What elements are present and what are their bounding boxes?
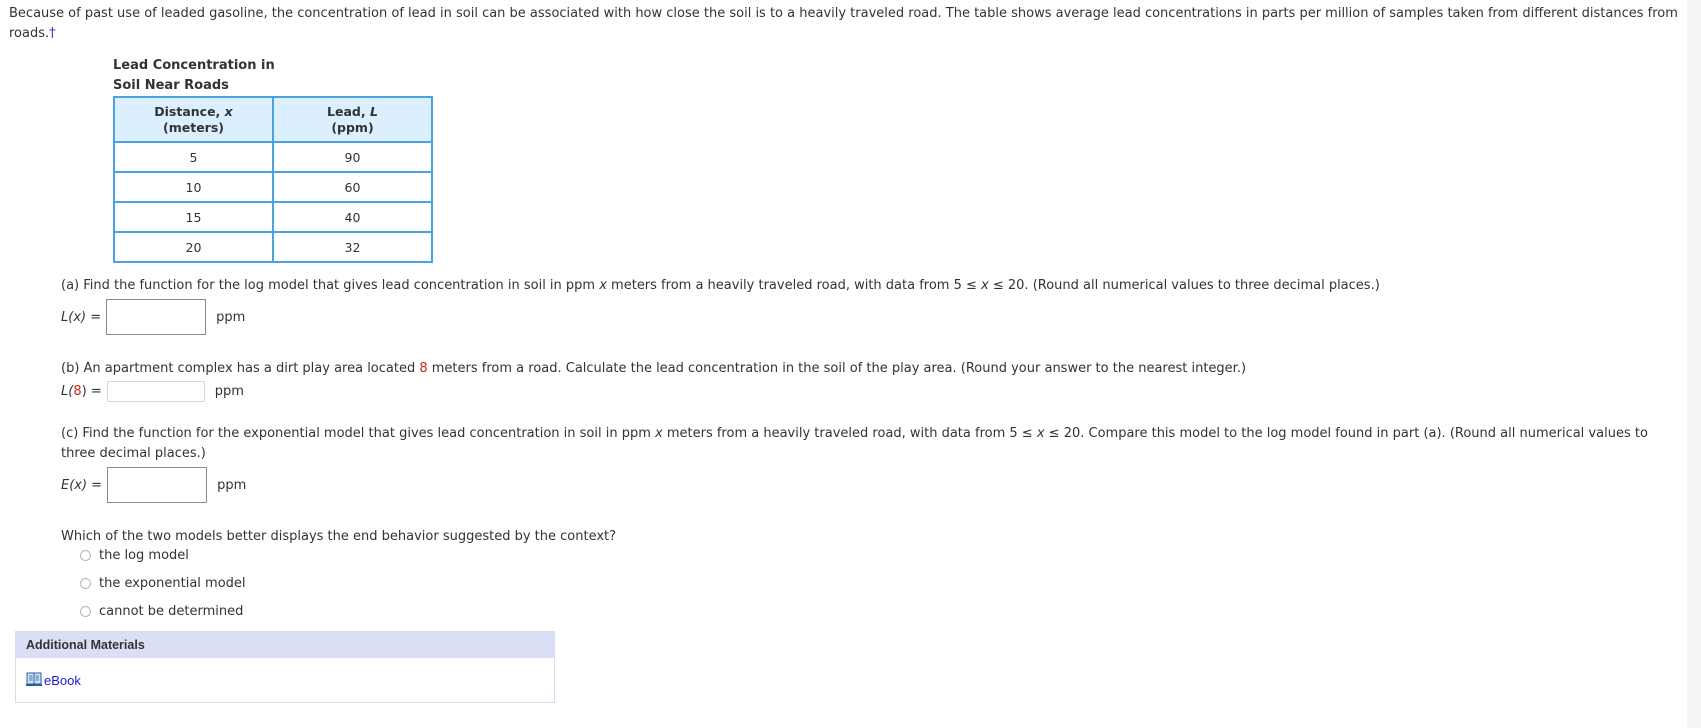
cell-lead: 90 (272, 141, 433, 173)
additional-materials-panel: Additional Materials eBook (15, 631, 555, 703)
part-b-answer-row: L(8) = ppm (61, 381, 244, 402)
cell-distance: 20 (113, 231, 274, 263)
radio-button[interactable] (80, 550, 91, 561)
open-book-icon (26, 672, 42, 689)
exponential-model-input[interactable] (107, 467, 208, 503)
problem-intro: Because of past use of leaded gasoline, … (9, 4, 1689, 44)
option-exponential-model[interactable]: the exponential model (80, 576, 246, 591)
prompt-text: (a) Find the function for the log model … (61, 278, 600, 293)
part-c-prompt: (c) Find the function for the exponentia… (61, 424, 1681, 464)
prompt-text: three decimal places.) (61, 446, 206, 461)
part-a-answer-row: L(x) = ppm (61, 299, 245, 335)
prompt-var: x (655, 426, 663, 441)
part-a-label: L(x) = (61, 309, 102, 325)
option-label[interactable]: cannot be determined (99, 604, 243, 619)
label-value: 8 (73, 384, 82, 399)
part-b-label: L(8) = (61, 384, 102, 399)
prompt-text: meters from a road. Calculate the lead c… (427, 361, 1247, 376)
page-scrollbar[interactable] (1687, 0, 1701, 728)
part-a-prompt: (a) Find the function for the log model … (61, 276, 1380, 296)
header-label: Lead, (327, 103, 370, 119)
cell-distance: 10 (113, 171, 274, 203)
lead-concentration-table: Distance, x (meters) Lead, L (ppm) 5 90 … (113, 96, 433, 263)
header-unit: (ppm) (331, 119, 374, 135)
prompt-text: meters from a heavily traveled road, wit… (662, 426, 1037, 441)
table-row: 10 60 (113, 171, 433, 203)
header-var: L (369, 103, 378, 119)
table-caption-line1: Lead Concentration in (113, 58, 275, 73)
intro-text: Because of past use of leaded gasoline, … (9, 6, 1678, 41)
end-behavior-question: Which of the two models better displays … (61, 529, 617, 544)
table-caption-line2: Soil Near Roads (113, 78, 229, 93)
cell-distance: 15 (113, 201, 274, 233)
header-var: x (224, 103, 233, 119)
prompt-text: (c) Find the function for the exponentia… (61, 426, 656, 441)
header-label: Distance, (154, 103, 225, 119)
ebook-link[interactable]: eBook (26, 672, 81, 689)
radio-button[interactable] (80, 578, 91, 589)
radio-button[interactable] (80, 606, 91, 617)
cell-lead: 60 (272, 171, 433, 203)
prompt-text: ≤ 20. Compare this model to the log mode… (1044, 426, 1648, 441)
part-c-answer-row: E(x) = ppm (61, 467, 246, 503)
cell-lead: 40 (272, 201, 433, 233)
prompt-text: (b) An apartment complex has a dirt play… (61, 361, 420, 376)
header-unit: (meters) (163, 119, 224, 135)
log-model-input[interactable] (106, 299, 207, 335)
option-label[interactable]: the log model (99, 548, 189, 563)
table-row: 20 32 (113, 231, 433, 263)
prompt-var: x (599, 278, 607, 293)
additional-materials-header: Additional Materials (16, 632, 554, 658)
prompt-var: x (1036, 426, 1045, 441)
option-log-model[interactable]: the log model (80, 548, 189, 563)
header-distance: Distance, x (meters) (113, 96, 274, 143)
option-label[interactable]: the exponential model (99, 576, 246, 591)
prompt-var: x (981, 278, 989, 293)
part-b-prompt: (b) An apartment complex has a dirt play… (61, 359, 1246, 379)
header-lead: Lead, L (ppm) (272, 96, 433, 143)
distance-highlight: 8 (419, 361, 428, 376)
ebook-label[interactable]: eBook (44, 673, 81, 688)
part-c-label: E(x) = (61, 477, 103, 493)
part-c-unit: ppm (217, 477, 247, 493)
label-text: L( (61, 384, 74, 399)
table-row: 5 90 (113, 141, 433, 173)
lead-at-8m-input[interactable] (106, 381, 205, 402)
prompt-text: ≤ 20. (Round all numerical values to thr… (988, 278, 1380, 293)
label-text: ) = (81, 384, 102, 399)
part-a-unit: ppm (216, 309, 246, 325)
cell-lead: 32 (272, 231, 433, 263)
prompt-text: meters from a heavily traveled road, wit… (606, 278, 982, 293)
table-row: 15 40 (113, 201, 433, 233)
option-cannot-be-determined[interactable]: cannot be determined (80, 604, 243, 619)
table-caption: Lead Concentration in Soil Near Roads (113, 56, 275, 96)
part-b-unit: ppm (214, 384, 244, 399)
cell-distance: 5 (113, 141, 274, 173)
table-header-row: Distance, x (meters) Lead, L (ppm) (113, 96, 433, 143)
footnote-marker[interactable]: † (49, 26, 56, 41)
